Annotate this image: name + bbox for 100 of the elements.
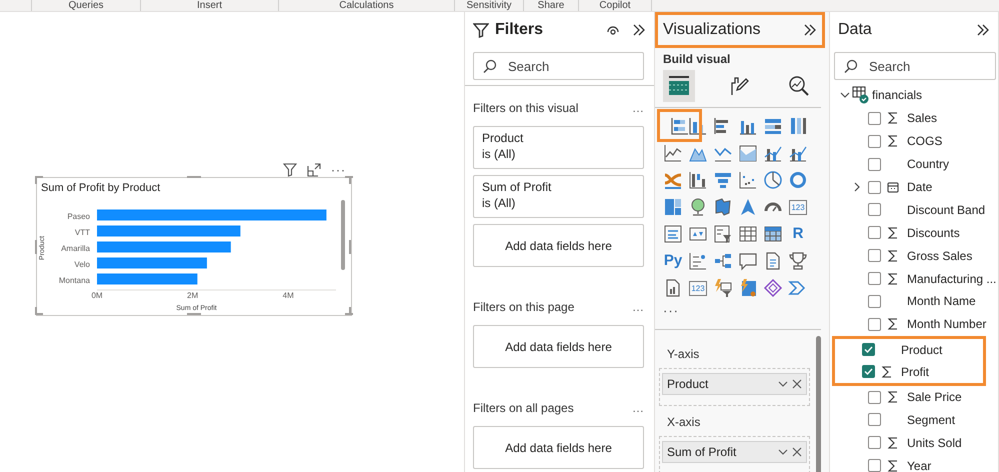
resize-handle[interactable]: [187, 176, 201, 178]
field-row[interactable]: Product: [835, 338, 983, 361]
collapse-icon[interactable]: [803, 23, 817, 37]
drop-zone[interactable]: Add data fields here: [473, 224, 644, 267]
full-column-chart-icon: [788, 116, 808, 136]
section-title: Filters on all pages: [473, 401, 574, 415]
visual-type-button[interactable]: 123: [686, 276, 710, 300]
checkbox[interactable]: [868, 390, 881, 404]
field-row[interactable]: Date: [830, 176, 998, 198]
checkbox[interactable]: [868, 203, 881, 216]
field-row[interactable]: Sales: [830, 106, 998, 130]
sigma-icon: [887, 250, 899, 262]
more-options[interactable]: …: [632, 101, 644, 115]
filter-condition: is (All): [482, 196, 516, 210]
well-label: X-axis: [666, 414, 702, 431]
card-list-icon: [663, 224, 683, 244]
field-well[interactable]: Product: [659, 368, 810, 406]
pane-title: Visualizations: [663, 21, 761, 39]
category-label: Paseo: [67, 212, 90, 221]
chevron-down-icon[interactable]: [840, 90, 850, 100]
checkbox[interactable]: [862, 343, 875, 356]
checkbox[interactable]: [868, 459, 881, 472]
sigma-icon: [887, 436, 899, 449]
search-field[interactable]: Search: [473, 52, 644, 80]
chevron-right-icon[interactable]: [852, 182, 862, 192]
influencers-icon: [688, 251, 708, 271]
ribbon-tab[interactable]: Insert: [141, 0, 279, 11]
tick-label: 2M: [187, 291, 198, 300]
field-row[interactable]: Profit: [835, 360, 983, 383]
visual-type-button[interactable]: R: [786, 222, 810, 246]
checkbox[interactable]: [868, 112, 881, 125]
scrollbar[interactable]: [816, 336, 821, 472]
checkbox[interactable]: [868, 294, 881, 308]
field-pill[interactable]: Product: [662, 373, 807, 395]
checkbox[interactable]: [868, 134, 881, 148]
filter-icon[interactable]: [283, 163, 297, 177]
filter-card[interactable]: Product is (All): [473, 126, 644, 169]
field-row[interactable]: Segment: [830, 408, 998, 432]
checkbox[interactable]: [868, 158, 881, 171]
close-icon[interactable]: [792, 447, 802, 457]
collapse-icon[interactable]: [632, 23, 646, 37]
checkbox[interactable]: [868, 180, 881, 194]
close-icon[interactable]: [792, 379, 802, 389]
category-label: VTT: [74, 228, 90, 237]
visual-type-button[interactable]: [657, 109, 702, 142]
resize-handle[interactable]: [187, 313, 201, 315]
field-row[interactable]: Sale Price: [830, 386, 998, 408]
checkbox[interactable]: [868, 318, 881, 331]
resize-handle[interactable]: [35, 240, 37, 254]
search-field[interactable]: Search: [834, 52, 996, 80]
table-name[interactable]: financials: [872, 88, 922, 102]
field-row[interactable]: Month Number: [830, 312, 998, 336]
field-row[interactable]: Discount Band: [830, 198, 998, 222]
checkbox[interactable]: [868, 226, 881, 240]
field-row[interactable]: Discounts: [830, 221, 998, 244]
field-row[interactable]: COGS: [830, 130, 998, 153]
stacked-column-chart-icon: [688, 116, 708, 136]
checkmark-icon: [864, 367, 873, 376]
build-tab[interactable]: [663, 70, 695, 102]
ribbon-tab[interactable]: Sensitivity: [455, 0, 524, 11]
section-title: Filters on this page: [473, 300, 574, 314]
resize-handle[interactable]: [349, 240, 351, 254]
more-visuals[interactable]: ···: [655, 303, 829, 319]
pie-chart-icon: [763, 170, 783, 190]
field-row[interactable]: Year: [830, 454, 998, 472]
field-row[interactable]: Month Name: [830, 290, 998, 313]
field-row[interactable]: Manufacturing ...: [830, 267, 998, 290]
checkbox[interactable]: [868, 413, 881, 426]
field-name: Month Number: [907, 317, 986, 332]
chevron-down-icon[interactable]: [778, 447, 788, 457]
ribbon-tab[interactable]: Copilot: [579, 0, 652, 11]
speech-bubble-icon: [738, 251, 758, 271]
checkbox[interactable]: [868, 436, 881, 450]
sigma-icon: [887, 318, 899, 330]
ribbon-tab[interactable]: Share: [524, 0, 579, 11]
tick-label: 4M: [282, 291, 294, 300]
ribbon-tab[interactable]: Calculations: [279, 0, 455, 11]
checkbox[interactable]: [868, 272, 881, 286]
filter-card[interactable]: Sum of Profit is (All): [473, 175, 644, 218]
more-options[interactable]: …: [632, 300, 644, 314]
more-options[interactable]: …: [632, 401, 644, 415]
focus-mode-icon[interactable]: [307, 163, 321, 177]
field-well[interactable]: Sum of Profit: [659, 436, 810, 472]
drop-zone[interactable]: Add data fields here: [473, 325, 644, 368]
scrollbar[interactable]: [341, 200, 345, 270]
field-name: Date: [907, 180, 932, 194]
checkbox[interactable]: [868, 249, 881, 262]
collapse-icon[interactable]: [976, 23, 990, 37]
field-pill[interactable]: Sum of Profit: [662, 441, 807, 463]
ribbon-tab[interactable]: Queries: [32, 0, 141, 11]
field-row[interactable]: Gross Sales: [830, 244, 998, 268]
visual-type-button[interactable]: [761, 276, 785, 300]
chevron-down-icon[interactable]: [778, 379, 788, 389]
field-row[interactable]: Units Sold: [830, 431, 998, 454]
checkbox[interactable]: [862, 365, 875, 378]
visual-type-button[interactable]: 123: [786, 195, 810, 219]
drop-zone[interactable]: Add data fields here: [473, 426, 644, 469]
field-row[interactable]: Country: [830, 152, 998, 176]
more-options[interactable]: ···: [331, 163, 346, 177]
search-icon: [483, 59, 497, 73]
